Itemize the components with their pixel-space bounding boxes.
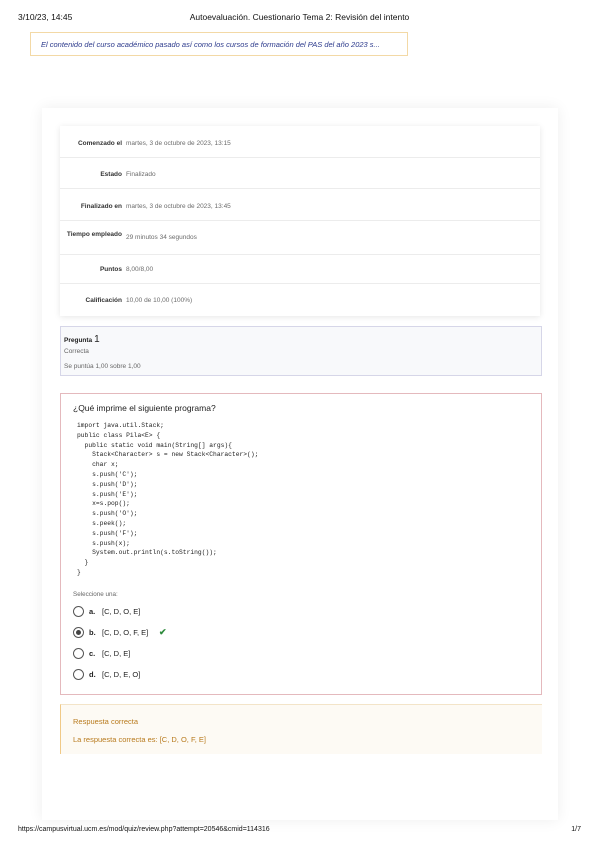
radio-button[interactable] xyxy=(73,669,84,680)
question-card: ¿Qué imprime el siguiente programa? impo… xyxy=(60,393,542,695)
question-heading: Pregunta 1 xyxy=(64,334,100,345)
code-line: char x; xyxy=(77,461,119,469)
feedback-text: La respuesta correcta es: [C, D, O, F, E… xyxy=(73,735,206,744)
notice-text: El contenido del curso académico pasado … xyxy=(41,40,380,49)
summary-label: Finalizado en xyxy=(80,203,122,210)
option-letter: a. xyxy=(89,607,96,616)
code-line: import java.util.Stack; xyxy=(77,422,164,429)
print-title: Autoevaluación. Cuestionario Tema 2: Rev… xyxy=(189,12,410,22)
code-line: } xyxy=(77,559,89,567)
divider xyxy=(60,188,540,189)
summary-value: 8,00/8,00 xyxy=(126,266,154,273)
question-number: 1 xyxy=(94,334,100,345)
divider xyxy=(60,157,540,158)
course-notice-banner[interactable]: El contenido del curso académico pasado … xyxy=(30,32,408,56)
attempt-summary-table: Comenzado el martes, 3 de octubre de 202… xyxy=(60,126,540,316)
feedback-title: Respuesta correcta xyxy=(73,717,139,726)
question-label: Pregunta xyxy=(64,337,93,344)
page-number: 1/7 xyxy=(571,826,581,833)
option-text: [C, D, O, F, E] xyxy=(102,628,149,637)
print-header: 3/10/23, 14:45 Autoevaluación. Cuestiona… xyxy=(18,12,581,24)
radio-button-selected[interactable] xyxy=(73,627,84,638)
question-text: ¿Qué imprime el siguiente programa? xyxy=(73,403,216,413)
code-line: s.push('D'); xyxy=(77,480,138,488)
summary-label: Estado xyxy=(100,171,122,178)
code-line: s.push('E'); xyxy=(77,490,138,498)
select-one-prompt: Seleccione una: xyxy=(73,591,118,598)
code-line: s.push('O'); xyxy=(77,510,138,518)
option-text: [C, D, O, E] xyxy=(102,607,141,616)
option-text: [C, D, E, O] xyxy=(102,670,141,679)
summary-label: Tiempo empleado xyxy=(66,231,122,238)
question-grade: Se puntúa 1,00 sobre 1,00 xyxy=(64,363,141,370)
summary-label: Puntos xyxy=(99,266,122,273)
radio-button[interactable] xyxy=(73,648,84,659)
summary-value: martes, 3 de octubre de 2023, 13:45 xyxy=(126,203,231,210)
question-state: Correcta xyxy=(64,348,89,355)
code-line: x=s.pop(); xyxy=(77,500,130,508)
check-icon: ✔ xyxy=(159,627,167,637)
code-line: s.peek(); xyxy=(77,520,127,527)
option-text: [C, D, E] xyxy=(102,649,131,658)
radio-button[interactable] xyxy=(73,606,84,617)
code-line: System.out.println(s.toString()); xyxy=(77,549,217,557)
question-info-box: Pregunta 1 Correcta Se puntúa 1,00 sobre … xyxy=(60,326,542,376)
summary-label: Comenzado el xyxy=(77,140,122,147)
summary-value: Finalizado xyxy=(126,171,156,178)
divider xyxy=(60,254,540,255)
summary-value: 29 minutos 34 segundos xyxy=(126,234,197,241)
code-line: public class Pila<E> { xyxy=(77,431,161,439)
summary-value: 10,00 de 10,00 (100%) xyxy=(126,297,193,304)
code-line: s.push('F'); xyxy=(77,529,138,537)
option-letter: d. xyxy=(89,670,96,679)
code-line: Stack<Character> s = new Stack<Character… xyxy=(77,451,259,459)
option-letter: b. xyxy=(89,628,96,637)
code-line: } xyxy=(77,569,81,576)
feedback-box: Respuesta correcta La respuesta correcta… xyxy=(60,704,542,754)
print-url: https://campusvirtual.ucm.es/mod/quiz/re… xyxy=(18,826,270,833)
option-letter: c. xyxy=(89,649,96,658)
summary-label: Calificación xyxy=(85,297,122,304)
divider xyxy=(60,220,540,221)
code-line: public static void main(String[] args){ xyxy=(77,441,232,449)
divider xyxy=(60,283,540,284)
summary-value: martes, 3 de octubre de 2023, 13:15 xyxy=(126,140,231,147)
code-line: s.push(x); xyxy=(77,539,130,547)
code-line: s.push('C'); xyxy=(77,471,138,478)
